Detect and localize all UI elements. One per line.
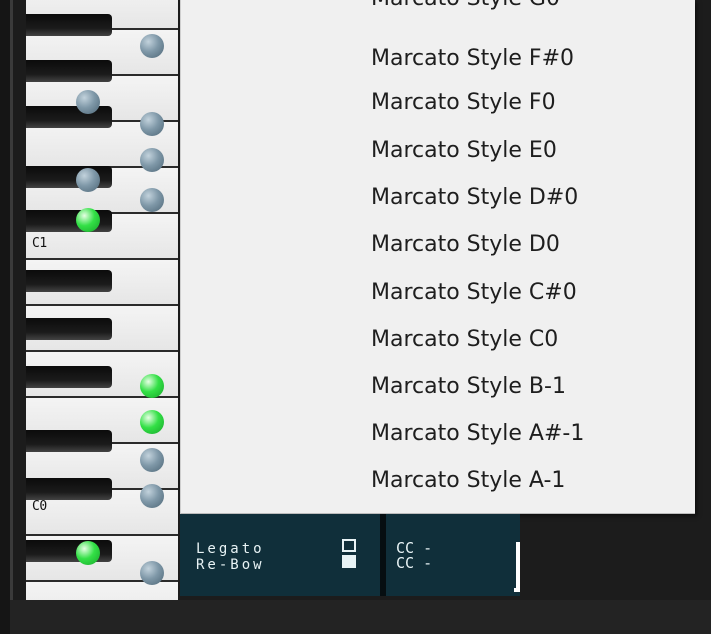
panel-divider [380,514,386,596]
black-key[interactable] [26,430,112,452]
articulation-menu[interactable]: Marcato Style G0 Marcato Style F#0 Marca… [180,0,695,514]
menu-item[interactable]: Marcato Style C#0 [371,276,577,310]
black-key[interactable] [26,60,112,82]
articulation-line-1: Legato [196,541,265,557]
menu-item[interactable]: Marcato Style B-1 [371,370,566,404]
cc-assign-display[interactable]: CC - CC - [396,541,432,571]
keyswitch-dot-active[interactable] [76,541,100,565]
keyswitch-dot-active[interactable] [76,208,100,232]
bottom-strip [10,600,711,634]
black-key[interactable] [26,318,112,340]
octave-label-c0: C0 [32,499,47,514]
resize-corner-icon[interactable] [514,542,520,592]
octave-label-c1: C1 [32,236,47,251]
white-key[interactable] [26,582,178,600]
cc-line-2: CC - [396,554,433,572]
keyswitch-dot[interactable] [140,188,164,212]
menu-item[interactable]: Marcato Style G0 [371,0,560,16]
articulation-panel: Legato Re-Bow CC - CC - [180,514,520,596]
kontakt-instrument-view: C1 C0 Marcato Style G0 Marcato Style F#0… [0,0,711,634]
black-key[interactable] [26,366,112,388]
keyswitch-dot[interactable] [76,168,100,192]
keyswitch-dot[interactable] [140,148,164,172]
menu-item[interactable]: Marcato Style A-1 [371,464,565,498]
articulation-line-2: Re-Bow [196,557,265,573]
keyswitch-dot[interactable] [140,112,164,136]
keyswitch-dot-active[interactable] [140,374,164,398]
keyswitch-dot[interactable] [140,561,164,585]
menu-item[interactable]: Marcato Style C0 [371,323,558,357]
toggle-icon[interactable] [342,539,360,573]
black-key[interactable] [26,270,112,292]
keyswitch-dot[interactable] [140,484,164,508]
keyswitch-dot-active[interactable] [140,410,164,434]
menu-item[interactable]: Marcato Style D0 [371,228,560,262]
left-rail [0,0,10,634]
black-key[interactable] [26,478,112,500]
menu-item[interactable]: Marcato Style F#0 [371,42,574,76]
menu-item[interactable]: Marcato Style F0 [371,86,556,120]
piano-keyboard[interactable]: C1 C0 [26,0,178,600]
articulation-label[interactable]: Legato Re-Bow [196,541,265,573]
left-rail-divider [10,0,13,634]
black-key[interactable] [26,106,112,128]
black-key[interactable] [26,14,112,36]
menu-item[interactable]: Marcato Style A#-1 [371,417,584,451]
keyswitch-dot[interactable] [140,448,164,472]
menu-item[interactable]: Marcato Style D#0 [371,181,578,215]
keyswitch-dot[interactable] [140,34,164,58]
menu-item[interactable]: Marcato Style E0 [371,134,557,168]
keyswitch-dot[interactable] [76,90,100,114]
